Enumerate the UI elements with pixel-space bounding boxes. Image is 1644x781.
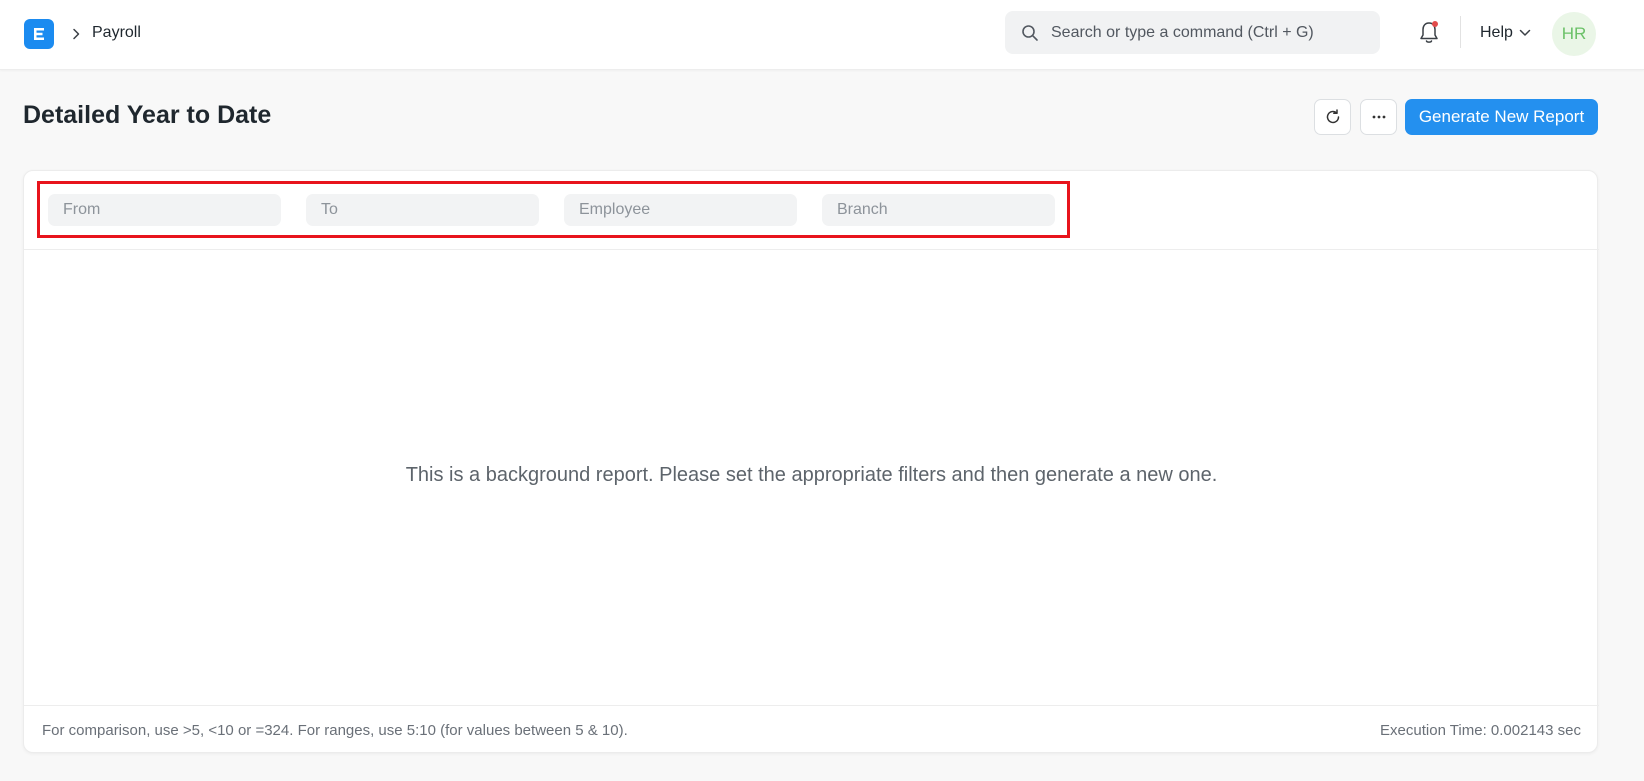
erpnext-logo-icon (34, 28, 44, 40)
report-card: From To Employee Branch This is a backgr… (23, 170, 1599, 754)
app-logo[interactable] (24, 19, 54, 49)
help-label: Help (1480, 24, 1513, 41)
report-footer: For comparison, use >5, <10 or =324. For… (24, 705, 1599, 754)
ellipsis-icon (1372, 115, 1385, 119)
filter-highlight-box (37, 181, 1070, 238)
chevron-down-icon (1519, 29, 1531, 36)
execution-time: Execution Time: 0.002143 sec (1380, 722, 1581, 739)
filter-section: From To Employee Branch (24, 171, 1599, 250)
search-bar[interactable]: Search or type a command (Ctrl + G) (1005, 11, 1380, 54)
refresh-icon (1326, 109, 1339, 124)
chevron-right-icon (70, 24, 82, 44)
filter-syntax-hint: For comparison, use >5, <10 or =324. For… (42, 722, 628, 739)
generate-new-report-button[interactable]: Generate New Report (1405, 99, 1598, 135)
search-placeholder: Search or type a command (Ctrl + G) (1051, 23, 1314, 41)
help-dropdown[interactable]: Help (1480, 22, 1531, 44)
navbar-divider (1460, 16, 1461, 48)
search-icon (1021, 24, 1039, 42)
notification-dot (1432, 21, 1438, 27)
background-report-message: This is a background report. Please set … (405, 464, 1218, 486)
breadcrumb-payroll[interactable]: Payroll (92, 22, 141, 44)
more-actions-button[interactable] (1360, 99, 1397, 135)
refresh-button[interactable] (1314, 99, 1351, 135)
page-title: Detailed Year to Date (23, 101, 272, 129)
navbar: Payroll Search or type a command (Ctrl +… (0, 0, 1644, 70)
user-avatar[interactable]: HR (1552, 12, 1596, 56)
